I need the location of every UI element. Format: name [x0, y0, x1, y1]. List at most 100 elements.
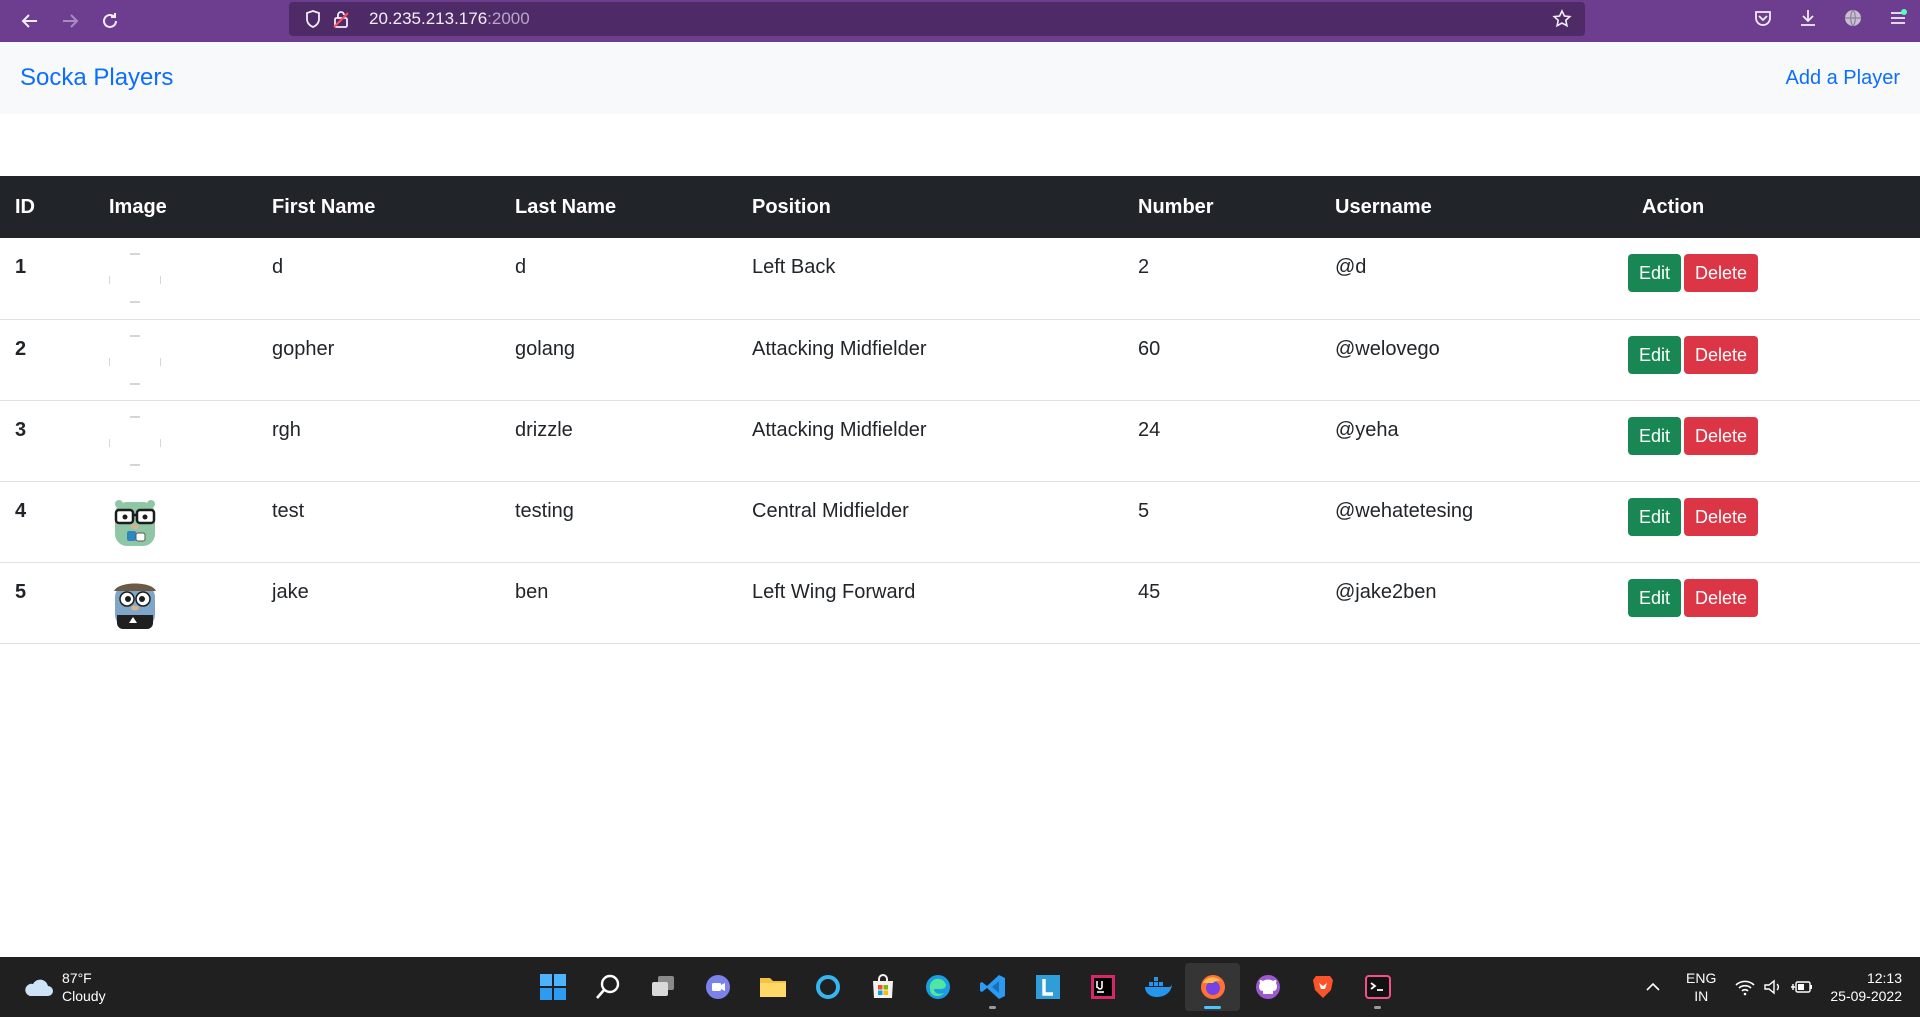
- running-indicator: [1374, 1006, 1381, 1009]
- weather-desc: Cloudy: [62, 988, 106, 1004]
- forward-arrow-icon[interactable]: [50, 3, 90, 39]
- clock-date: 25-09-2022: [1830, 988, 1902, 1004]
- cell-position: Attacking Midfielder: [737, 319, 1123, 401]
- cloud-icon: [25, 979, 53, 996]
- edge-icon[interactable]: [910, 963, 965, 1011]
- cell-first-name: test: [257, 481, 500, 563]
- docker-icon[interactable]: [1130, 963, 1185, 1011]
- cell-action: Edit Delete: [1627, 481, 1920, 563]
- battery-icon[interactable]: [1790, 978, 1814, 996]
- cell-number: 45: [1123, 562, 1320, 644]
- task-view-icon[interactable]: [635, 963, 690, 1011]
- header-number: Number: [1138, 195, 1214, 218]
- weather-widget[interactable]: 87°F Cloudy: [22, 969, 106, 1005]
- gopher-cap-avatar: [114, 583, 156, 629]
- url-text[interactable]: 20.235.213.176:2000: [369, 9, 530, 29]
- cell-image: [94, 481, 257, 563]
- chevron-up-icon[interactable]: [1644, 978, 1662, 996]
- players-table: ID Image First Name Last Name Position N…: [0, 176, 1920, 644]
- cell-username: @d: [1320, 238, 1627, 320]
- url-port: :2000: [487, 9, 530, 28]
- header-last-name: Last Name: [515, 195, 617, 218]
- delete-button[interactable]: Delete: [1684, 497, 1759, 536]
- back-arrow-icon[interactable]: [10, 3, 50, 39]
- lang-line2: IN: [1694, 988, 1709, 1004]
- cell-position: Left Back: [737, 238, 1123, 320]
- broken-image-icon: [109, 415, 161, 466]
- menu-icon[interactable]: [1875, 0, 1920, 36]
- cell-id: 4: [0, 481, 94, 563]
- header-username: Username: [1335, 195, 1432, 218]
- lang-line1: ENG: [1686, 970, 1717, 986]
- volume-icon[interactable]: [1762, 978, 1786, 996]
- edit-button[interactable]: Edit: [1628, 335, 1682, 374]
- delete-button[interactable]: Delete: [1684, 416, 1759, 455]
- intellij-icon[interactable]: [1075, 963, 1130, 1011]
- brave-icon[interactable]: [1295, 963, 1350, 1011]
- l-app-icon[interactable]: [1020, 963, 1075, 1011]
- weather-temp: 87°F: [62, 970, 92, 986]
- reload-icon[interactable]: [90, 3, 130, 39]
- ms-store-icon[interactable]: [855, 963, 910, 1011]
- clock[interactable]: 12:13 25-09-2022: [1830, 969, 1902, 1005]
- cell-first-name: gopher: [257, 319, 500, 401]
- cell-first-name: d: [257, 238, 500, 320]
- cell-number: 2: [1123, 238, 1320, 320]
- header-id: ID: [15, 195, 35, 218]
- download-icon[interactable]: [1785, 0, 1830, 36]
- wifi-icon[interactable]: [1734, 978, 1756, 996]
- delete-button[interactable]: Delete: [1684, 578, 1759, 617]
- url-host: 20.235.213.176: [369, 9, 488, 28]
- search-icon[interactable]: [580, 963, 635, 1011]
- delete-button[interactable]: Delete: [1684, 254, 1759, 292]
- cell-last-name: testing: [500, 481, 737, 563]
- cell-image: [94, 319, 257, 401]
- add-player-link[interactable]: Add a Player: [1785, 67, 1900, 90]
- language-indicator[interactable]: ENG IN: [1686, 969, 1716, 1005]
- cell-number: 5: [1123, 481, 1320, 563]
- edit-button[interactable]: Edit: [1628, 578, 1682, 617]
- cell-last-name: ben: [500, 562, 737, 644]
- cell-last-name: drizzle: [500, 400, 737, 482]
- cell-image: [94, 400, 257, 482]
- terminal-icon[interactable]: [1350, 963, 1405, 1011]
- cell-number: 60: [1123, 319, 1320, 401]
- tracking-shield-icon[interactable]: [299, 2, 327, 36]
- cell-action: Edit Delete: [1627, 400, 1920, 482]
- cell-username: @welovego: [1320, 319, 1627, 401]
- header-first-name: First Name: [272, 195, 376, 218]
- edit-button[interactable]: Edit: [1628, 497, 1682, 536]
- firefox-icon[interactable]: [1185, 963, 1240, 1011]
- cell-position: Central Midfielder: [737, 481, 1123, 563]
- cortana-icon[interactable]: [800, 963, 855, 1011]
- table-row: 1 d d Left Back 2 @d Edit Delete: [0, 238, 1920, 320]
- pocket-icon[interactable]: [1740, 0, 1785, 36]
- delete-button[interactable]: Delete: [1684, 335, 1759, 374]
- system-tray: ENG IN 12:13 25-09-2022: [1644, 957, 1920, 1017]
- cell-position: Attacking Midfielder: [737, 400, 1123, 482]
- gopher-glasses-avatar: [114, 499, 156, 546]
- extension-globe-icon[interactable]: [1830, 0, 1875, 36]
- edit-button[interactable]: Edit: [1628, 416, 1682, 455]
- insecure-lock-icon[interactable]: [327, 2, 355, 36]
- running-indicator: [1204, 1006, 1221, 1009]
- bookmark-star-icon[interactable]: [1547, 2, 1577, 36]
- teams-chat-icon[interactable]: [690, 963, 745, 1011]
- windows-start-icon[interactable]: [525, 963, 580, 1011]
- vscode-icon[interactable]: [965, 963, 1020, 1011]
- navbar-brand[interactable]: Socka Players: [20, 64, 173, 92]
- header-position: Position: [752, 195, 831, 218]
- cell-id: 3: [0, 400, 94, 482]
- file-explorer-icon[interactable]: [745, 963, 800, 1011]
- cell-id: 2: [0, 319, 94, 401]
- edit-button[interactable]: Edit: [1628, 254, 1682, 292]
- github-desktop-icon[interactable]: [1240, 963, 1295, 1011]
- cell-action: Edit Delete: [1627, 238, 1920, 320]
- taskbar: 87°F Cloudy ENG IN 12:13 25-09-2022: [0, 957, 1920, 1017]
- cell-id: 5: [0, 562, 94, 644]
- cell-image: [94, 562, 257, 644]
- cell-last-name: golang: [500, 319, 737, 401]
- cell-username: @wehatetesing: [1320, 481, 1627, 563]
- url-bar[interactable]: 20.235.213.176:2000: [289, 2, 1585, 36]
- cell-position: Left Wing Forward: [737, 562, 1123, 644]
